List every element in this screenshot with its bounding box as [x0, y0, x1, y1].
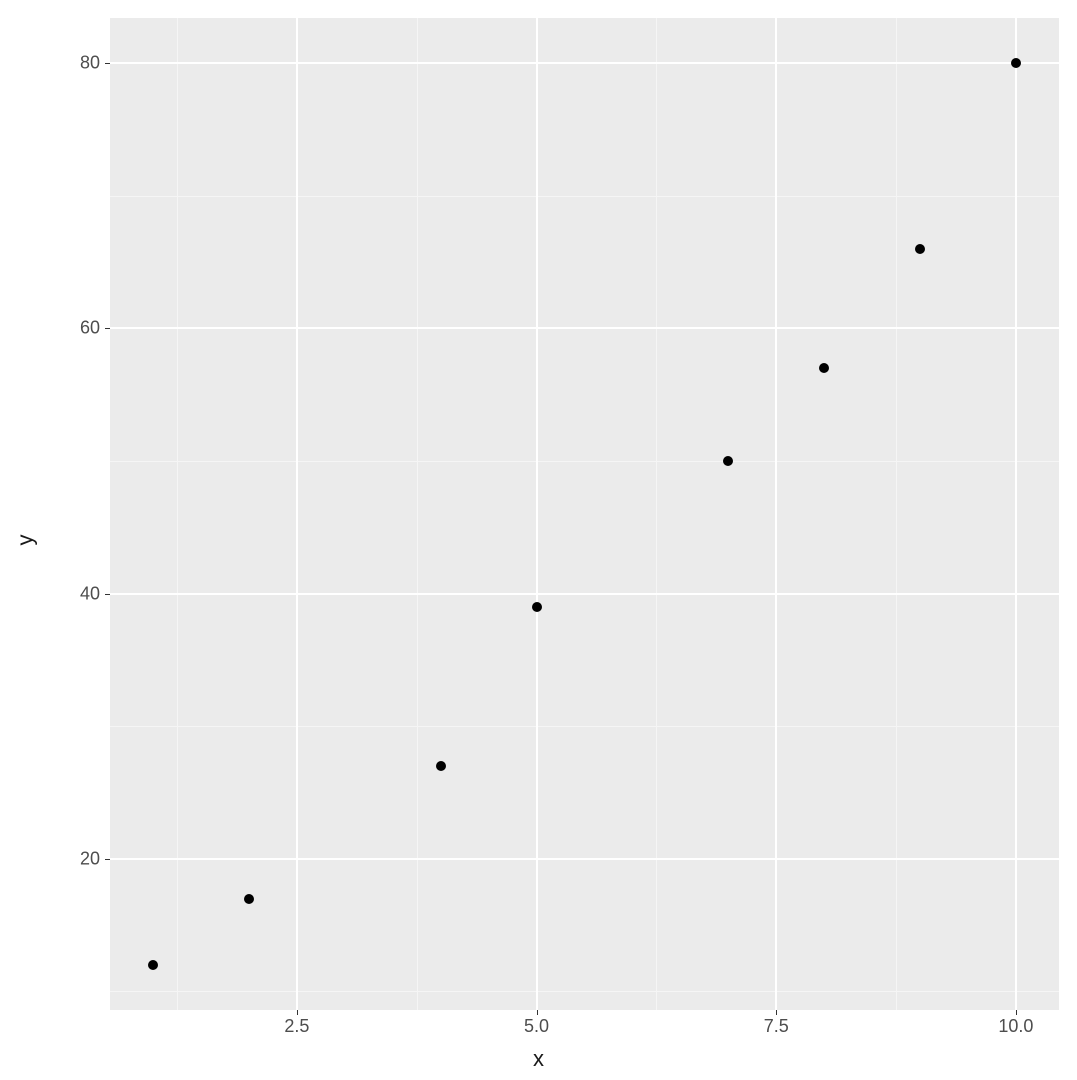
y-tick-label: 80 [80, 53, 100, 74]
grid-minor-v [656, 18, 657, 1010]
x-tick-label: 5.0 [524, 1016, 549, 1037]
grid-minor-v [896, 18, 897, 1010]
tick-mark-x [776, 1010, 777, 1015]
y-tick-label: 20 [80, 848, 100, 869]
grid-major-v [536, 18, 538, 1010]
x-axis-title: x [0, 1046, 1077, 1072]
data-point [436, 761, 446, 771]
grid-minor-h [110, 196, 1059, 197]
grid-minor-v [177, 18, 178, 1010]
tick-mark-x [1016, 1010, 1017, 1015]
grid-major-h [110, 593, 1059, 595]
data-point [244, 894, 254, 904]
x-tick-label: 10.0 [998, 1016, 1033, 1037]
grid-major-h [110, 327, 1059, 329]
x-tick-label: 2.5 [284, 1016, 309, 1037]
tick-mark-x [297, 1010, 298, 1015]
grid-major-v [775, 18, 777, 1010]
data-point [915, 244, 925, 254]
grid-minor-v [417, 18, 418, 1010]
data-point [723, 456, 733, 466]
data-point [819, 363, 829, 373]
grid-minor-h [110, 726, 1059, 727]
grid-minor-h [110, 461, 1059, 462]
plot-panel: 2.55.07.510.020406080 [110, 18, 1059, 1010]
data-point [148, 960, 158, 970]
grid-major-v [296, 18, 298, 1010]
grid-major-h [110, 62, 1059, 64]
grid-major-v [1015, 18, 1017, 1010]
grid-minor-h [110, 991, 1059, 992]
data-point [1011, 58, 1021, 68]
tick-mark-y [105, 328, 110, 329]
data-point [532, 602, 542, 612]
tick-mark-x [537, 1010, 538, 1015]
x-tick-label: 7.5 [764, 1016, 789, 1037]
scatter-chart: y 2.55.07.510.020406080 x [0, 0, 1077, 1080]
y-tick-label: 60 [80, 318, 100, 339]
tick-mark-y [105, 63, 110, 64]
tick-mark-y [105, 859, 110, 860]
tick-mark-y [105, 594, 110, 595]
y-tick-label: 40 [80, 583, 100, 604]
grid-major-h [110, 858, 1059, 860]
y-axis-title: y [13, 535, 39, 546]
